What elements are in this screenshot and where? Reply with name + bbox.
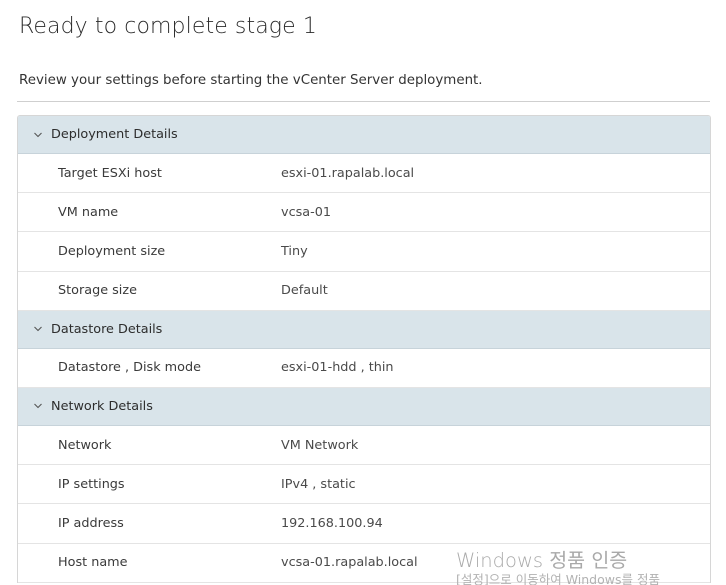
row-value: Default (281, 283, 328, 299)
row-key: Datastore , Disk mode (58, 360, 201, 376)
section-header-datastore-details[interactable]: Datastore Details (18, 310, 710, 349)
chevron-down-icon (33, 324, 43, 334)
row-key: VM name (58, 204, 119, 220)
row-value: vcsa-01.rapalab.local (281, 555, 418, 571)
table-row: VM name vcsa-01 (18, 193, 710, 233)
section-header-network-details[interactable]: Network Details (18, 387, 710, 426)
divider (17, 101, 710, 102)
page-title: Ready to complete stage 1 (19, 14, 317, 39)
row-value: vcsa-01 (281, 204, 332, 220)
section-label: Network Details (51, 398, 153, 414)
section-label: Deployment Details (51, 127, 178, 142)
row-key: IP address (58, 515, 124, 531)
row-value: IPv4 , static (281, 476, 356, 492)
row-value: Tiny (281, 243, 308, 259)
row-key: Network (58, 437, 112, 453)
ready-to-complete-page: Ready to complete stage 1 Review your se… (0, 0, 726, 585)
row-key: Deployment size (58, 243, 166, 259)
row-key: IP settings (58, 476, 125, 492)
windows-activation-hint: [설정]으로 이동하여 Windows를 정품 (456, 572, 660, 585)
row-key: Host name (58, 555, 128, 571)
row-value: esxi-01-hdd , thin (281, 360, 394, 376)
row-value: esxi-01.rapalab.local (281, 165, 415, 181)
table-row: Target ESXi host esxi-01.rapalab.local (18, 154, 710, 194)
table-row: Network VM Network (18, 425, 710, 466)
chevron-down-icon (33, 401, 43, 411)
summary-table: Deployment Details Target ESXi host esxi… (17, 115, 711, 583)
table-row: Storage size Default (18, 271, 710, 311)
row-value: 192.168.100.94 (281, 515, 383, 531)
table-row: IP address 192.168.100.94 (18, 504, 710, 544)
row-key: Storage size (58, 283, 137, 299)
table-row: Deployment size Tiny (18, 232, 710, 272)
section-label: Datastore Details (51, 321, 163, 337)
row-value: VM Network (281, 437, 359, 453)
page-subtitle: Review your settings before starting the… (19, 73, 483, 88)
row-key: Target ESXi host (58, 165, 162, 181)
table-row: Datastore , Disk mode esxi-01-hdd , thin (18, 348, 710, 388)
chevron-down-icon (33, 130, 43, 140)
section-header-deployment-details[interactable]: Deployment Details (18, 116, 710, 154)
table-row: IP settings IPv4 , static (18, 465, 710, 505)
